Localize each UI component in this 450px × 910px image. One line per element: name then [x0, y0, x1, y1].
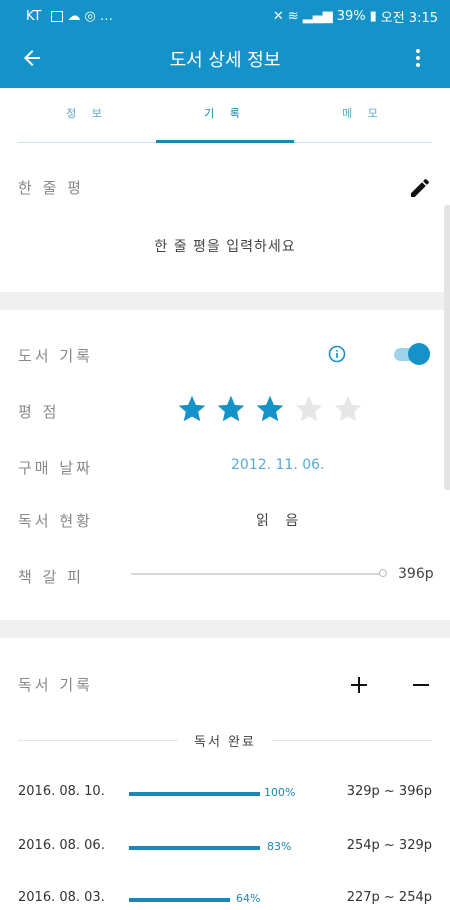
log-progress-bar — [129, 846, 260, 850]
star-filled-icon[interactable] — [254, 393, 286, 425]
reading-log-label: 독서 기록 — [18, 676, 93, 694]
bookmark-label: 책 갈 피 — [18, 568, 84, 586]
edit-pencil-icon[interactable] — [408, 176, 432, 200]
info-icon[interactable] — [327, 344, 347, 364]
rating-label: 평 점 — [18, 403, 60, 421]
rating-stars[interactable] — [176, 393, 364, 425]
sync-icon: ◎ — [84, 8, 96, 24]
section-gap — [0, 620, 450, 638]
log-page-range: 254p ~ 329p — [346, 838, 432, 853]
log-date: 2016. 08. 10. — [18, 784, 105, 799]
reading-status-value[interactable]: 읽 음 — [256, 510, 304, 530]
log-percent: 100% — [264, 786, 296, 799]
purchase-date[interactable]: 2012. 11. 06. — [231, 457, 325, 473]
completion-divider: 독서 완료 — [194, 735, 256, 750]
log-entry[interactable]: 2016. 08. 03. 64% 227p ~ 254p — [18, 890, 432, 910]
more-notifications-icon: … — [99, 8, 113, 24]
log-date: 2016. 08. 06. — [18, 838, 105, 853]
tab-info[interactable]: 정 보 — [18, 92, 156, 142]
review-input[interactable]: 한 줄 평을 입력하세요 — [0, 236, 450, 256]
tab-memo[interactable]: 메 모 — [294, 92, 432, 142]
log-progress-bar — [129, 898, 230, 902]
app-bar: 도서 상세 정보 — [0, 32, 450, 88]
log-percent: 64% — [236, 892, 261, 905]
book-record-label: 도서 기록 — [18, 347, 93, 365]
log-page-range: 329p ~ 396p — [346, 784, 432, 799]
review-label: 한 줄 평 — [18, 179, 84, 197]
bookmark-slider-handle[interactable] — [379, 569, 387, 577]
remove-icon[interactable] — [410, 674, 432, 696]
star-empty-icon[interactable] — [332, 393, 364, 425]
purchase-date-label: 구매 날짜 — [18, 459, 93, 477]
tab-bar: 정 보 기 록 메 모 — [18, 92, 432, 143]
wifi-icon: ≋ — [287, 8, 299, 24]
log-entry[interactable]: 2016. 08. 06. 83% 254p ~ 329p — [18, 838, 432, 858]
log-entry[interactable]: 2016. 08. 10. 100% 329p ~ 396p — [18, 784, 432, 804]
toggle-thumb — [408, 343, 430, 365]
cloud-icon: ☁ — [67, 8, 81, 24]
bookmark-pages: 396p — [398, 566, 434, 582]
book-record-toggle[interactable] — [394, 342, 430, 366]
gallery-icon — [51, 10, 64, 22]
section-gap — [0, 292, 450, 310]
bookmark-slider[interactable] — [131, 569, 387, 577]
log-progress-bar — [129, 792, 260, 796]
mute-icon: ✕ — [272, 8, 284, 24]
tab-record[interactable]: 기 록 — [156, 92, 294, 143]
log-date: 2016. 08. 03. — [18, 890, 105, 905]
log-page-range: 227p ~ 254p — [346, 890, 432, 905]
page-title: 도서 상세 정보 — [169, 50, 281, 71]
log-percent: 83% — [267, 840, 292, 853]
more-vert-icon[interactable] — [406, 46, 430, 70]
scrollbar[interactable] — [444, 205, 450, 490]
battery-icon: ▮ — [369, 8, 377, 24]
reading-status-label: 독서 현황 — [18, 512, 93, 530]
star-empty-icon[interactable] — [293, 393, 325, 425]
star-filled-icon[interactable] — [215, 393, 247, 425]
carrier-label: KT — [26, 8, 42, 24]
star-filled-icon[interactable] — [176, 393, 208, 425]
add-icon[interactable] — [348, 674, 370, 696]
battery-percent: 39% — [336, 8, 366, 24]
clock: 오전 3:15 — [380, 10, 438, 26]
signal-icon: ▂▄▆ — [302, 8, 333, 24]
status-bar: KT ☁ ◎ … ✕ ≋ ▂▄▆ 39% ▮ 오전 3:15 — [0, 0, 450, 32]
